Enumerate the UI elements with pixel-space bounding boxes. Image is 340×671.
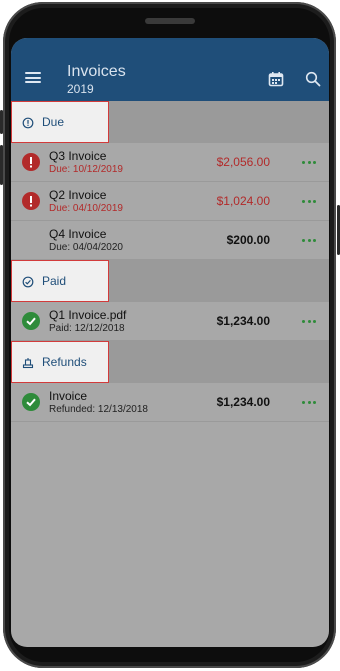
volume-down-button — [0, 145, 3, 185]
check-icon — [22, 312, 40, 330]
section-due: Due — [11, 101, 329, 143]
invoice-row[interactable]: Q1 Invoice.pdf Paid: 12/12/2018 $1,234.0… — [11, 302, 329, 341]
invoice-title: Q4 Invoice — [49, 227, 107, 241]
section-tab-paid[interactable]: Paid — [11, 260, 109, 302]
section-paid: Paid — [11, 260, 329, 302]
invoice-row[interactable]: Invoice Refunded: 12/13/2018 $1,234.00 — [11, 383, 329, 422]
invoice-row[interactable]: Q4 Invoice Due: 04/04/2020 $200.00 — [11, 221, 329, 260]
info-icon — [22, 116, 34, 134]
invoice-date: Paid: 12/12/2018 — [49, 323, 125, 334]
more-options-icon[interactable] — [301, 154, 317, 170]
more-options-icon[interactable] — [301, 232, 317, 248]
volume-up-button — [0, 110, 3, 134]
page-title: Invoices — [67, 63, 126, 80]
error-icon — [22, 192, 40, 210]
invoice-amount: $2,056.00 — [216, 155, 270, 169]
check-circle-icon — [22, 275, 34, 293]
invoice-title: Q1 Invoice.pdf — [49, 308, 127, 322]
section-refunds: Refunds — [11, 341, 329, 383]
more-options-icon[interactable] — [301, 193, 317, 209]
invoice-date: Due: 10/12/2019 — [49, 164, 123, 175]
invoice-date: Due: 04/04/2020 — [49, 242, 123, 253]
check-icon — [22, 393, 40, 411]
invoice-amount: $1,234.00 — [216, 314, 270, 328]
search-icon[interactable] — [305, 71, 321, 92]
speaker-grille — [145, 18, 195, 24]
page-subtitle: 2019 — [67, 82, 94, 96]
more-options-icon[interactable] — [301, 394, 317, 410]
more-options-icon[interactable] — [301, 313, 317, 329]
section-label-due: Due — [42, 115, 65, 129]
invoice-amount: $1,024.00 — [216, 194, 270, 208]
calendar-icon[interactable] — [268, 71, 284, 92]
invoice-row[interactable]: Q3 Invoice Due: 10/12/2019 $2,056.00 — [11, 143, 329, 182]
error-icon — [22, 153, 40, 171]
invoice-amount: $1,234.00 — [216, 395, 270, 409]
section-label-refunds: Refunds — [42, 355, 87, 369]
invoice-amount: $200.00 — [226, 233, 270, 247]
app-screen: Invoices 2019 Due Q3 Invoice Due: 10/12/… — [11, 38, 329, 647]
invoice-row[interactable]: Q2 Invoice Due: 04/10/2019 $1,024.00 — [11, 182, 329, 221]
invoice-title: Q3 Invoice — [49, 149, 107, 163]
app-bar: Invoices 2019 — [11, 38, 329, 101]
invoice-date: Due: 04/10/2019 — [49, 203, 123, 214]
menu-icon[interactable] — [25, 72, 41, 83]
invoice-title: Invoice — [49, 389, 88, 403]
invoice-title: Q2 Invoice — [49, 188, 107, 202]
section-label-paid: Paid — [42, 274, 67, 288]
section-tab-refunds[interactable]: Refunds — [11, 341, 109, 383]
section-tab-due[interactable]: Due — [11, 101, 109, 143]
invoice-date: Refunded: 12/13/2018 — [49, 404, 148, 415]
refund-icon — [22, 356, 34, 374]
